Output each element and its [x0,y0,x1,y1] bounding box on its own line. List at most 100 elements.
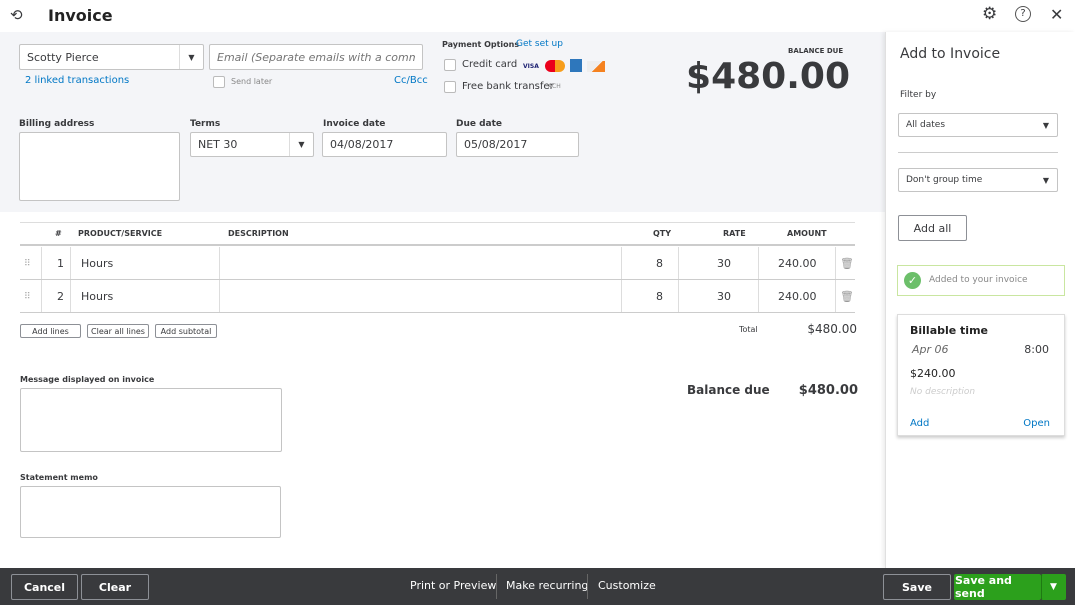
group-time-value: Don't group time [906,175,983,185]
col-qty: QTY [653,229,672,238]
date-filter-select[interactable]: All dates ▼ [898,113,1058,137]
col-description: DESCRIPTION [228,229,289,238]
card-add-link[interactable]: Add [910,418,929,429]
col-product: PRODUCT/SERVICE [78,229,163,238]
billable-time-card: Billable time Apr 06 8:00 $240.00 No des… [897,314,1065,436]
row-num: 1 [57,257,64,270]
balance-due-footer-label: Balance due [687,383,770,397]
title-bar: ⟲ Invoice ⚙ ? ✕ [0,0,1075,32]
col-rate: RATE [723,229,746,238]
chevron-down-icon: ▼ [179,45,203,69]
message-label: Message displayed on invoice [20,375,155,384]
save-options-chevron-icon[interactable]: ▼ [1041,574,1066,600]
credit-card-label: Credit card [462,59,518,70]
card-amount: $240.00 [910,367,956,380]
card-hours: 8:00 [1024,343,1049,356]
due-date-input[interactable]: 05/08/2017 [456,132,579,157]
row-amount[interactable]: 240.00 [778,280,817,313]
chevron-down-icon: ▼ [1042,175,1049,185]
mastercard-icon [545,60,565,72]
total-label: Total [739,325,758,334]
ccbcc-link[interactable]: Cc/Bcc [394,75,428,86]
discover-icon [587,61,605,72]
row-rate[interactable]: 30 [717,247,731,280]
chevron-down-icon: ▼ [1042,120,1049,130]
credit-card-checkbox[interactable] [444,59,456,71]
card-date: Apr 06 [912,343,949,356]
terms-value: NET 30 [198,138,238,151]
billing-address-input[interactable] [19,132,180,201]
terms-label: Terms [190,119,221,129]
send-later-label: Send later [231,77,273,86]
page-title: Invoice [48,6,113,25]
save-and-send-button[interactable]: Save and send [954,574,1041,600]
add-to-invoice-panel: Add to Invoice Filter by All dates ▼ Don'… [885,32,1075,568]
customer-name: Scotty Pierce [27,50,99,64]
table-row[interactable]: ⠿ 1 Hours 8 30 240.00 🗑 [20,247,855,280]
trash-icon[interactable]: 🗑 [840,247,854,280]
gear-icon[interactable]: ⚙ [982,4,997,24]
card-open-link[interactable]: Open [1023,418,1050,429]
memo-input[interactable] [20,486,281,538]
row-amount[interactable]: 240.00 [778,247,817,280]
footer-bar: Cancel Clear Print or Preview Make recur… [0,568,1075,605]
clear-button[interactable]: Clear [81,574,149,600]
table-row[interactable]: ⠿ 2 Hours 8 30 240.00 🗑 [20,280,855,313]
help-icon[interactable]: ? [1015,6,1031,22]
customer-select[interactable]: Scotty Pierce ▼ [19,44,204,70]
balance-due-amount: $480.00 [686,56,850,97]
linked-transactions-link[interactable]: 2 linked transactions [25,75,129,86]
invoice-date-input[interactable]: 04/08/2017 [322,132,447,157]
visa-icon: VISA [523,63,539,70]
add-subtotal-button[interactable]: Add subtotal [155,324,217,338]
check-circle-icon: ✓ [904,272,921,289]
save-button[interactable]: Save [883,574,951,600]
amex-icon [570,59,582,72]
memo-label: Statement memo [20,473,98,482]
bank-transfer-label: Free bank transfer [462,81,554,92]
date-filter-value: All dates [906,120,946,130]
cancel-button[interactable]: Cancel [11,574,78,600]
row-num: 2 [57,290,64,303]
card-title: Billable time [910,324,989,337]
message-input[interactable] [20,388,282,452]
drag-handle-icon[interactable]: ⠿ [24,280,31,313]
balance-due-footer-amount: $480.00 [798,383,858,398]
added-notice-text: Added to your invoice [929,275,1028,285]
row-qty[interactable]: 8 [656,247,663,280]
clear-all-lines-button[interactable]: Clear all lines [87,324,149,338]
balance-due-label: BALANCE DUE [788,47,844,55]
add-all-button[interactable]: Add all [898,215,967,241]
recent-history-icon[interactable]: ⟲ [10,6,23,24]
group-time-select[interactable]: Don't group time ▼ [898,168,1058,192]
chevron-down-icon: ▼ [289,133,313,156]
payment-options-label: Payment Options [442,40,520,49]
close-icon[interactable]: ✕ [1050,5,1063,24]
row-product[interactable]: Hours [81,247,113,280]
trash-icon[interactable]: 🗑 [840,280,854,313]
row-rate[interactable]: 30 [717,280,731,313]
added-notice: ✓ Added to your invoice [897,265,1065,296]
col-num: # [55,229,62,238]
billing-address-label: Billing address [19,119,95,129]
row-qty[interactable]: 8 [656,280,663,313]
get-set-up-link[interactable]: Get set up [516,39,563,49]
invoice-date-label: Invoice date [323,119,386,129]
make-recurring-link[interactable]: Make recurring [506,579,588,592]
due-date-label: Due date [456,119,503,129]
filter-label: Filter by [900,90,937,100]
col-amount: AMOUNT [787,229,827,238]
print-preview-link[interactable]: Print or Preview [410,579,496,592]
row-product[interactable]: Hours [81,280,113,313]
customize-link[interactable]: Customize [598,579,656,592]
bank-transfer-checkbox[interactable] [444,81,456,93]
email-input[interactable] [209,44,423,70]
drag-handle-icon[interactable]: ⠿ [24,247,31,280]
panel-title: Add to Invoice [900,46,1001,62]
total-amount: $480.00 [807,322,857,336]
terms-select[interactable]: NET 30 ▼ [190,132,314,157]
card-description: No description [910,387,976,397]
add-lines-button[interactable]: Add lines [20,324,81,338]
ach-label: ACH [548,83,561,90]
send-later-checkbox[interactable] [213,76,225,88]
